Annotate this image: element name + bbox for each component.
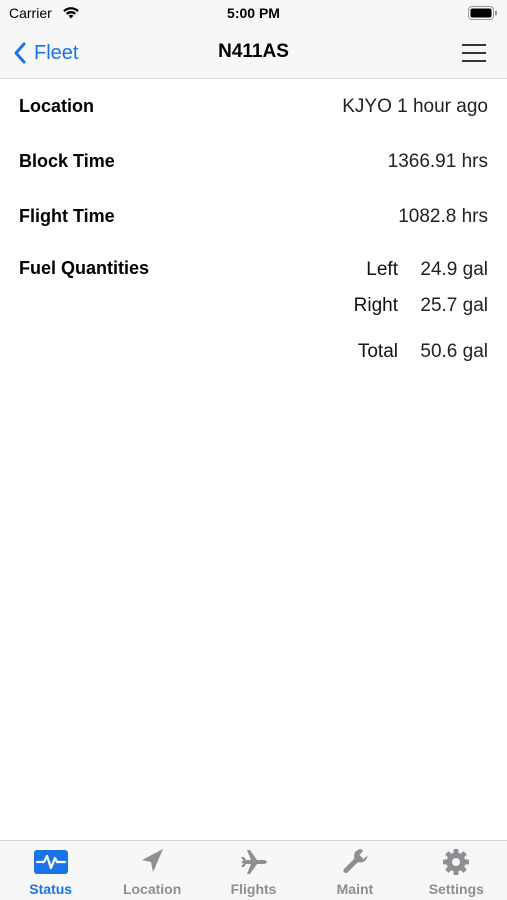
wrench-icon bbox=[343, 849, 368, 873]
airplane-icon bbox=[240, 850, 267, 874]
location-arrow-icon bbox=[142, 849, 164, 872]
fuel-right-label: Right bbox=[353, 295, 398, 316]
tab-maint[interactable]: Maint bbox=[304, 841, 405, 900]
flight-time-value: 1082.8 hrs bbox=[398, 206, 488, 227]
status-bar: Carrier 5:00 PM bbox=[0, 0, 507, 28]
hamburger-menu-icon[interactable] bbox=[461, 42, 487, 64]
tab-settings[interactable]: Settings bbox=[406, 841, 507, 900]
tab-settings-label: Settings bbox=[428, 881, 484, 897]
fuel-total-value: 50.6 gal bbox=[420, 341, 488, 362]
flight-time-label: Flight Time bbox=[19, 206, 115, 226]
fuel-total-line: Total 50.6 gal bbox=[338, 338, 488, 366]
fuel-total-label: Total bbox=[357, 341, 398, 362]
app-screen: Carrier 5:00 PM Fleet N411AS Location KJ… bbox=[0, 0, 507, 900]
block-time-value: 1366.91 hrs bbox=[387, 151, 488, 172]
fuel-right-line: Right 25.7 gal bbox=[338, 292, 488, 320]
battery-icon bbox=[468, 6, 497, 20]
fuel-quantities-label: Fuel Quantities bbox=[19, 258, 150, 278]
location-row: Location KJYO 1 hour ago bbox=[0, 88, 507, 128]
tab-location-label: Location bbox=[122, 881, 182, 897]
tab-status-label: Status bbox=[29, 881, 73, 897]
fuel-left-label: Left bbox=[366, 259, 398, 280]
fuel-right-value: 25.7 gal bbox=[420, 295, 488, 316]
location-label: Location bbox=[19, 96, 94, 116]
fuel-quantities-row: Fuel Quantities Left 24.9 gal Right 25.7… bbox=[0, 250, 507, 370]
page-title: N411AS bbox=[218, 41, 289, 62]
block-time-row: Block Time 1366.91 hrs bbox=[0, 143, 507, 183]
fuel-left-line: Left 24.9 gal bbox=[338, 256, 488, 284]
fuel-left-value: 24.9 gal bbox=[420, 259, 488, 280]
block-time-label: Block Time bbox=[19, 151, 115, 171]
tab-flights[interactable]: Flights bbox=[203, 841, 304, 900]
navigation-bar: Fleet N411AS bbox=[0, 28, 507, 79]
tab-status[interactable]: Status bbox=[0, 841, 101, 900]
tab-maint-label: Maint bbox=[336, 881, 374, 897]
tab-bar: Status Location Flights Maint Settings bbox=[0, 840, 507, 900]
gear-icon bbox=[443, 849, 470, 875]
tab-location[interactable]: Location bbox=[101, 841, 202, 900]
tab-flights-label: Flights bbox=[230, 881, 277, 897]
status-time: 5:00 PM bbox=[227, 5, 280, 21]
location-value: KJYO 1 hour ago bbox=[342, 96, 488, 117]
flight-time-row: Flight Time 1082.8 hrs bbox=[0, 198, 507, 238]
heartbeat-icon bbox=[33, 850, 68, 874]
